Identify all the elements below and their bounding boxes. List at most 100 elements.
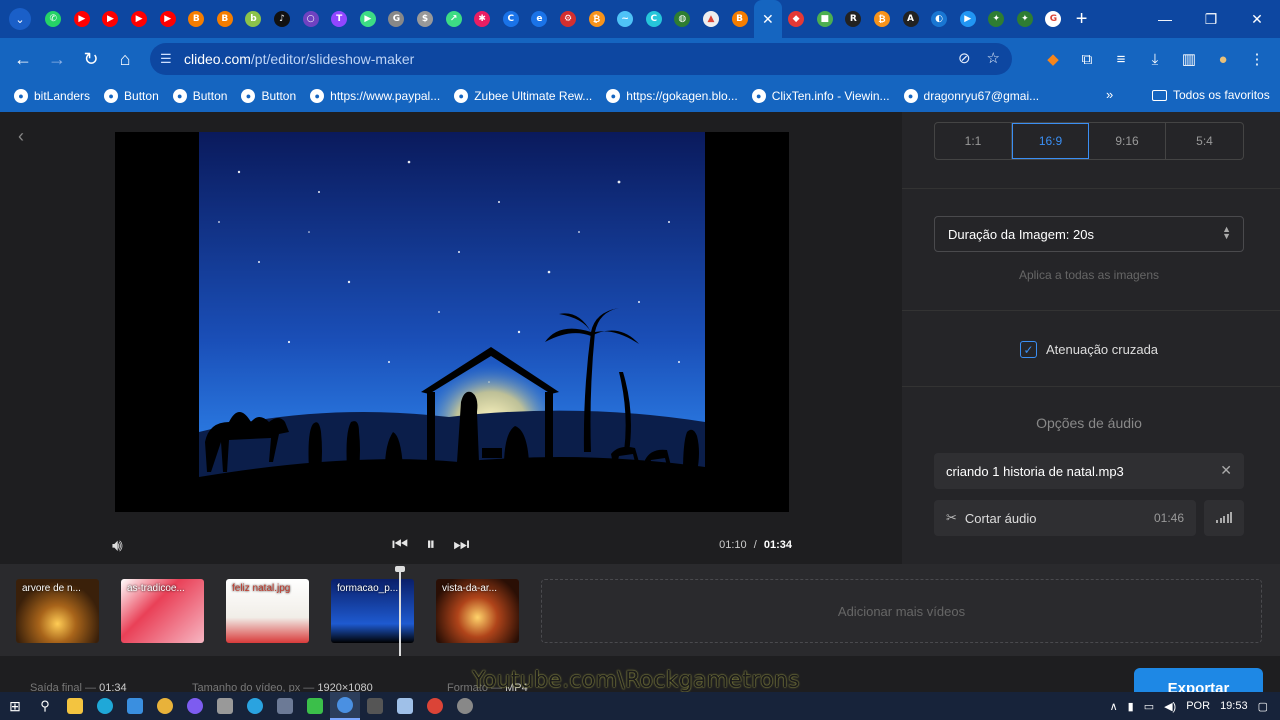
app-green-icon[interactable] xyxy=(300,692,330,720)
tab[interactable]: $ xyxy=(411,0,440,38)
site-info-icon[interactable]: ☰ xyxy=(160,51,180,67)
tab[interactable]: ₿ xyxy=(868,0,897,38)
tab[interactable]: ~ xyxy=(611,0,640,38)
tab[interactable]: ✆ xyxy=(39,0,68,38)
tab[interactable]: B xyxy=(211,0,240,38)
side-panel-icon[interactable]: ▥ xyxy=(1176,42,1202,76)
search-icon[interactable]: ⚲ xyxy=(30,692,60,720)
tab[interactable]: G xyxy=(1039,0,1068,38)
clock[interactable]: 19:53 xyxy=(1220,700,1248,712)
playhead[interactable] xyxy=(395,566,405,656)
new-tab-button[interactable]: + xyxy=(1076,8,1088,31)
tab[interactable]: T xyxy=(325,0,354,38)
tab[interactable]: ▶ xyxy=(125,0,154,38)
telegram-icon[interactable] xyxy=(240,692,270,720)
restore-icon[interactable]: ❐ xyxy=(1188,0,1234,38)
calculator-icon[interactable] xyxy=(360,692,390,720)
tab[interactable]: ◐ xyxy=(925,0,954,38)
app-grid-icon[interactable] xyxy=(270,692,300,720)
bookmark-item[interactable]: ● Button xyxy=(172,89,227,103)
tab[interactable]: C xyxy=(497,0,526,38)
app-circle-icon[interactable] xyxy=(450,692,480,720)
bookmark-item[interactable]: ● Button xyxy=(104,89,159,103)
back-chevron-icon[interactable]: ‹ xyxy=(18,126,24,147)
cut-audio-button[interactable]: ✂ Cortar áudio 01:46 xyxy=(934,500,1196,536)
pause-icon[interactable]: ⏸︎ xyxy=(426,534,435,555)
ratio-option[interactable]: 1:1 xyxy=(935,123,1012,159)
timeline-clip[interactable]: vista-da-ar... xyxy=(436,579,519,643)
file-explorer-icon[interactable] xyxy=(60,692,90,720)
tab[interactable]: ■ xyxy=(810,0,839,38)
forward-icon[interactable]: → xyxy=(40,42,74,76)
mail-icon[interactable] xyxy=(120,692,150,720)
crossfade-toggle[interactable]: ✓ Atenuação cruzada xyxy=(1020,341,1158,358)
reading-list-icon[interactable]: ≡ xyxy=(1108,42,1134,76)
tab[interactable]: B xyxy=(182,0,211,38)
previous-icon[interactable]: ⏮︎ xyxy=(392,534,408,555)
edge-icon[interactable] xyxy=(90,692,120,720)
ratio-option[interactable]: 9:16 xyxy=(1089,123,1166,159)
tab[interactable]: ▲ xyxy=(697,0,726,38)
tab[interactable]: ▶ xyxy=(153,0,182,38)
language-indicator[interactable]: POR xyxy=(1186,700,1210,712)
video-preview[interactable] xyxy=(115,132,789,512)
tab-search-button[interactable]: ⌄ xyxy=(9,8,31,30)
speaker-icon[interactable]: ◀) xyxy=(1164,700,1176,713)
tab[interactable]: ◆ xyxy=(782,0,811,38)
tab[interactable]: C xyxy=(639,0,668,38)
tab[interactable]: R xyxy=(839,0,868,38)
tab[interactable]: ▶ xyxy=(953,0,982,38)
timeline-clip[interactable]: arvore de n... xyxy=(16,579,99,643)
home-icon[interactable]: ⌂ xyxy=(108,42,142,76)
tab[interactable]: G xyxy=(382,0,411,38)
eye-off-icon[interactable]: ⊘ xyxy=(958,49,971,67)
metamask-extension-icon[interactable]: ◆ xyxy=(1040,42,1066,76)
tab[interactable]: ▶ xyxy=(354,0,383,38)
minimize-icon[interactable]: — xyxy=(1142,0,1188,38)
notifications-icon[interactable]: ▢ xyxy=(1258,700,1268,713)
tab[interactable]: ✦ xyxy=(982,0,1011,38)
chrome-icon[interactable] xyxy=(150,692,180,720)
bookmark-star-icon[interactable]: ☆ xyxy=(987,49,1000,67)
menu-icon[interactable]: ⋮ xyxy=(1244,42,1270,76)
ratio-option[interactable]: 16:9 xyxy=(1012,123,1089,159)
tab[interactable]: ✦ xyxy=(1011,0,1040,38)
windows-start-icon[interactable]: ⊞ xyxy=(0,692,30,720)
bookmark-item[interactable]: ● https://gokagen.blo... xyxy=(606,89,738,103)
bookmark-item[interactable]: ● ClixTen.info - Viewin... xyxy=(751,89,890,103)
tab[interactable]: ↗ xyxy=(439,0,468,38)
next-icon[interactable]: ⏭︎ xyxy=(453,534,469,555)
tab[interactable]: ₿ xyxy=(582,0,611,38)
chrome-active-icon[interactable] xyxy=(330,692,360,720)
bookmark-item[interactable]: ● dragonryu67@gmai... xyxy=(903,89,1039,103)
tab[interactable]: ▶ xyxy=(68,0,97,38)
chrome-second-icon[interactable] xyxy=(420,692,450,720)
tab[interactable]: ✱ xyxy=(468,0,497,38)
close-window-icon[interactable]: ✕ xyxy=(1234,0,1280,38)
volume-icon[interactable]: 🔊︎ xyxy=(112,536,123,556)
bookmark-item[interactable]: ● Button xyxy=(241,89,296,103)
app-game-icon[interactable] xyxy=(210,692,240,720)
monitor-icon[interactable]: ▭ xyxy=(1144,700,1154,713)
timeline-clip[interactable]: as-tradicoe... xyxy=(121,579,204,643)
close-tab-icon[interactable]: ✕ xyxy=(762,11,774,28)
remove-audio-icon[interactable]: ✕ xyxy=(1220,462,1232,479)
tab[interactable]: b xyxy=(239,0,268,38)
download-icon[interactable]: ⤓ xyxy=(1142,42,1168,76)
tab[interactable]: A xyxy=(896,0,925,38)
image-duration-select[interactable]: Duração da Imagem: 20s ▲ ▼ xyxy=(934,216,1244,252)
tab[interactable]: B xyxy=(725,0,754,38)
tab[interactable]: ◍ xyxy=(668,0,697,38)
tab[interactable]: ○ xyxy=(296,0,325,38)
network-bars-icon[interactable]: ▮ xyxy=(1128,700,1134,713)
bookmarks-overflow-button[interactable]: » xyxy=(1106,87,1113,102)
audio-volume-icon[interactable] xyxy=(1204,500,1244,536)
bookmark-item[interactable]: ● bitLanders xyxy=(14,89,90,103)
chevron-up-icon[interactable]: ∧ xyxy=(1110,700,1118,713)
timeline-clip[interactable]: feliz natal.jpg xyxy=(226,579,309,643)
tab-active[interactable]: ✕ xyxy=(753,0,782,38)
url-text[interactable]: clideo.com/pt/editor/slideshow-maker xyxy=(184,51,414,67)
app-purple-icon[interactable] xyxy=(180,692,210,720)
timeline-clip[interactable]: formacao_p... xyxy=(331,579,414,643)
notepad-icon[interactable] xyxy=(390,692,420,720)
